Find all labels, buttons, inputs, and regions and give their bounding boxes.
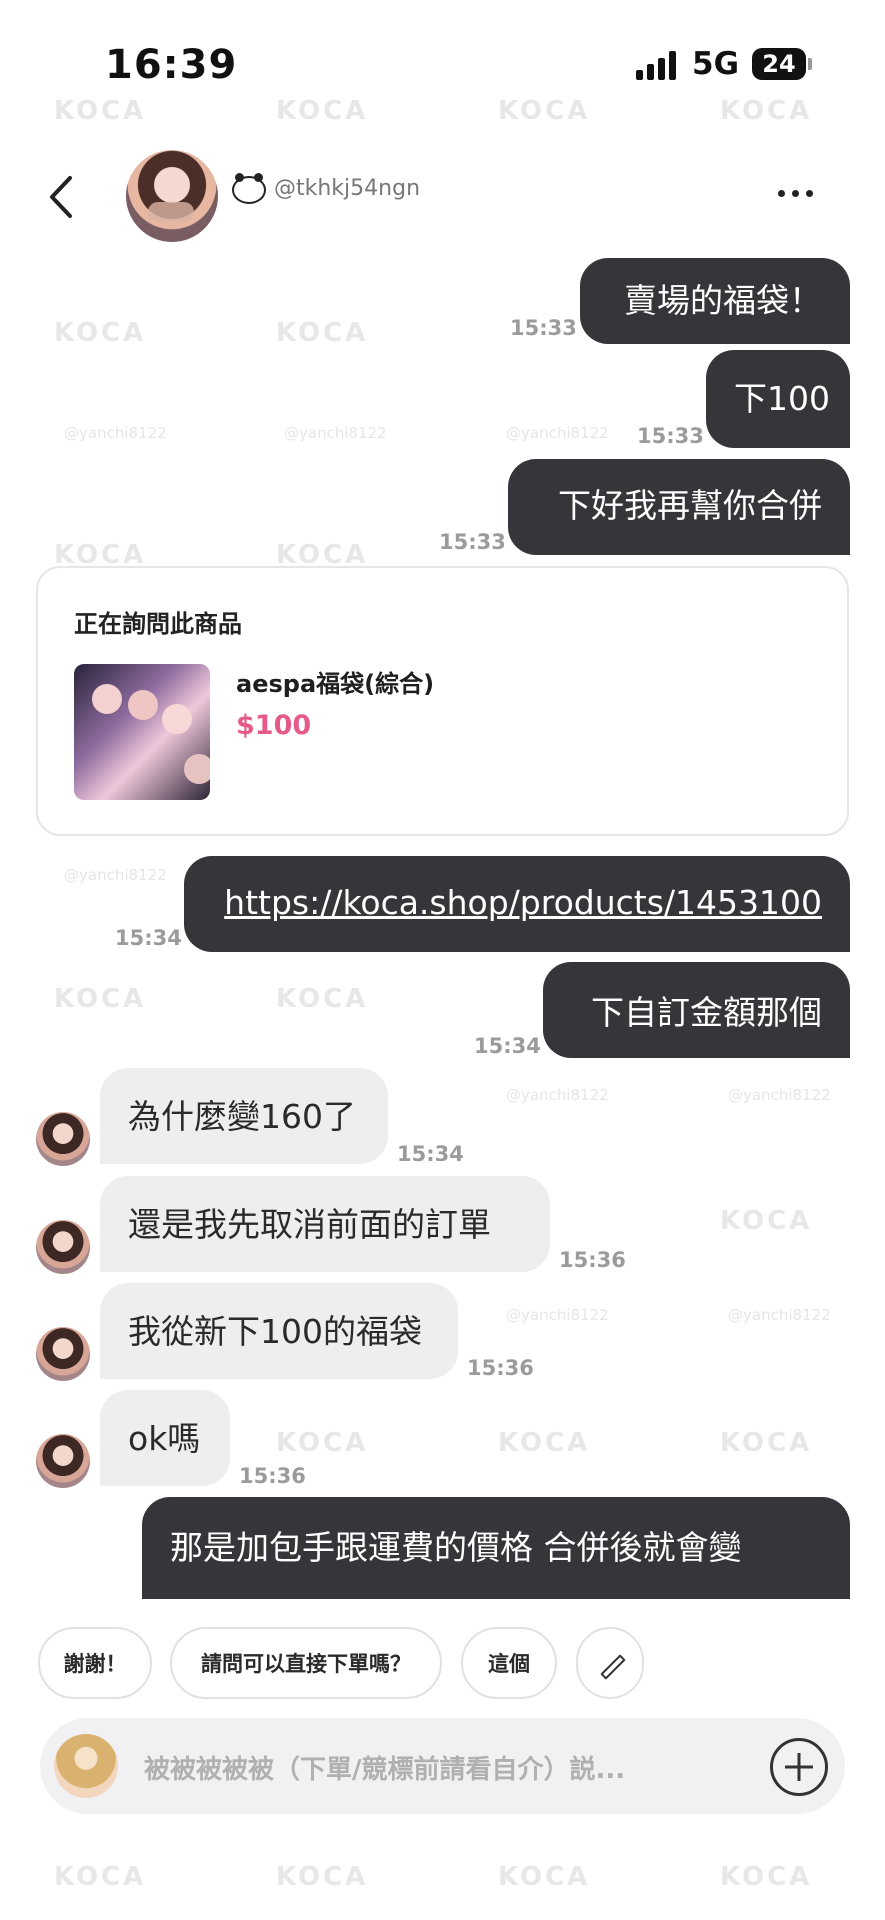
quick-reply-this[interactable]: 這個: [461, 1627, 557, 1699]
watermark-koca: KOCA: [498, 1862, 591, 1892]
quick-reply-order[interactable]: 請問可以直接下單嗎？: [170, 1627, 442, 1699]
product-price: $100: [236, 710, 312, 741]
plus-icon[interactable]: [770, 1738, 828, 1796]
watermark-koca: KOCA: [720, 96, 813, 126]
sender-avatar[interactable]: [36, 1112, 90, 1166]
message-time: 15:34: [474, 1034, 541, 1058]
watermark-koca: KOCA: [720, 1862, 813, 1892]
incoming-message[interactable]: 為什麼變160了: [100, 1068, 388, 1164]
watermark-handle: @yanchi8122: [506, 1306, 609, 1324]
more-dots-icon[interactable]: [772, 190, 818, 198]
avatar[interactable]: [126, 150, 218, 242]
outgoing-message[interactable]: 下100: [706, 350, 850, 448]
message-time: 15:33: [510, 316, 577, 340]
network-label: 5G: [692, 46, 740, 82]
message-time: 15:33: [439, 530, 506, 554]
watermark-handle: @yanchi8122: [728, 1306, 831, 1324]
product-name[interactable]: aespa福袋(綜合): [236, 664, 434, 699]
watermark-koca: KOCA: [276, 318, 369, 348]
panda-icon: [232, 173, 266, 204]
watermark-koca: KOCA: [498, 96, 591, 126]
incoming-message[interactable]: 還是我先取消前面的訂單: [100, 1176, 550, 1272]
watermark-koca: KOCA: [276, 984, 369, 1014]
watermark-handle: @yanchi8122: [64, 424, 167, 442]
message-time: 15:36: [559, 1248, 626, 1272]
sender-avatar[interactable]: [36, 1434, 90, 1488]
username[interactable]: @tkhkj54ngn: [274, 176, 420, 201]
status-time: 16:39: [105, 42, 238, 88]
incoming-message[interactable]: ok嗎: [100, 1390, 230, 1486]
outgoing-message-link[interactable]: https://koca.shop/products/1453100: [184, 856, 850, 952]
watermark-koca: KOCA: [276, 96, 369, 126]
message-time: 15:36: [467, 1356, 534, 1380]
watermark-handle: @yanchi8122: [506, 424, 609, 442]
product-link[interactable]: https://koca.shop/products/1453100: [224, 883, 822, 922]
sender-avatar[interactable]: [36, 1327, 90, 1381]
watermark-koca: KOCA: [720, 1428, 813, 1458]
watermark-handle: @yanchi8122: [64, 866, 167, 884]
watermark-handle: @yanchi8122: [284, 424, 387, 442]
sender-avatar[interactable]: [36, 1220, 90, 1274]
product-heading: 正在詢問此商品: [74, 610, 242, 638]
watermark-handle: @yanchi8122: [506, 1086, 609, 1104]
message-time: 15:36: [239, 1464, 306, 1488]
watermark-koca: KOCA: [276, 1862, 369, 1892]
edit-pencil-icon: [599, 1652, 621, 1674]
watermark-koca: KOCA: [276, 1428, 369, 1458]
watermark-koca: KOCA: [54, 96, 147, 126]
signal-icon: [636, 50, 680, 80]
incoming-message[interactable]: 我從新下100的福袋: [100, 1283, 458, 1379]
user-avatar: [54, 1734, 118, 1798]
message-time: 15:33: [637, 424, 704, 448]
back-chevron-icon[interactable]: [40, 172, 90, 222]
outgoing-message[interactable]: 賣場的福袋！: [580, 258, 850, 344]
message-time: 15:34: [397, 1142, 464, 1166]
battery-tip: [808, 58, 812, 70]
outgoing-message[interactable]: 那是加包手跟運費的價格 合併後就會變: [142, 1497, 850, 1599]
watermark-handle: @yanchi8122: [728, 1086, 831, 1104]
watermark-koca: KOCA: [720, 1206, 813, 1236]
quick-reply-thanks[interactable]: 謝謝！: [38, 1627, 152, 1699]
watermark-koca: KOCA: [54, 318, 147, 348]
message-time: 15:34: [115, 926, 182, 950]
outgoing-message[interactable]: 下自訂金額那個: [543, 962, 850, 1058]
watermark-koca: KOCA: [54, 984, 147, 1014]
watermark-koca: KOCA: [498, 1428, 591, 1458]
outgoing-message[interactable]: 下好我再幫你合併: [508, 459, 850, 555]
product-image[interactable]: [74, 664, 210, 800]
message-input[interactable]: 被被被被被（下單/競標前請看自介）説...: [144, 1749, 625, 1786]
watermark-koca: KOCA: [54, 1862, 147, 1892]
battery-icon: 24: [752, 48, 806, 80]
edit-quick-replies-button[interactable]: [576, 1627, 644, 1699]
